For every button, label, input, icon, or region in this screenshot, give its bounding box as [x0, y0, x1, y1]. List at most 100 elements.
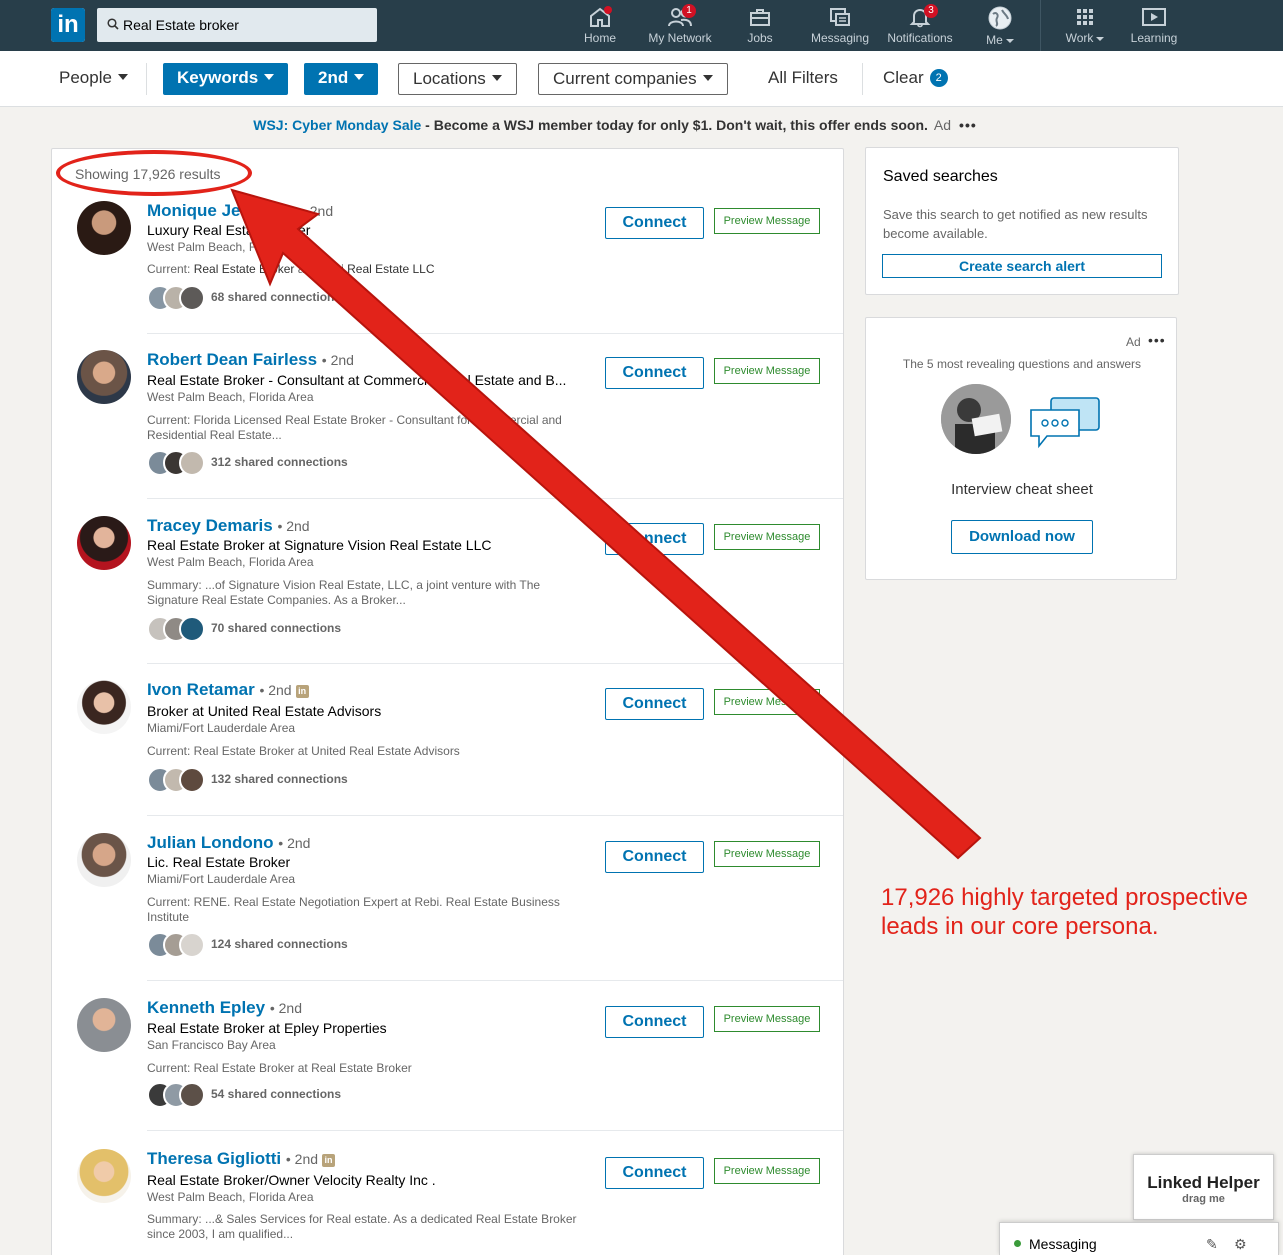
snippet-connector: at — [294, 262, 312, 276]
create-search-alert-button[interactable]: Create search alert — [882, 254, 1162, 278]
avatar[interactable] — [77, 833, 131, 887]
saved-searches-card: Saved searches Save this search to get n… — [865, 147, 1179, 295]
shared-connections-text: 124 shared connections — [211, 937, 348, 951]
nav-work-label: Work — [1062, 31, 1108, 45]
sponsored-ad-card[interactable]: Ad ••• The 5 most revealing questions an… — [865, 317, 1177, 580]
result-name[interactable]: Robert Dean Fairless — [147, 350, 317, 369]
snippet-highlight: Platini Real Estate LLC — [311, 262, 435, 276]
filter-current-companies[interactable]: Current companies — [538, 63, 728, 95]
nav-home[interactable]: Home — [578, 4, 622, 48]
connection-degree: • 2nd — [278, 835, 311, 851]
result-divider — [147, 498, 843, 499]
home-dot-badge — [604, 6, 612, 14]
avatar[interactable] — [77, 680, 131, 734]
result-headline: Lic. Real Estate Broker — [147, 854, 291, 870]
filter-keywords-label: Keywords — [177, 68, 259, 87]
result-name[interactable]: Julian Londono — [147, 833, 274, 852]
result-location: San Francisco Bay Area — [147, 1038, 276, 1052]
preview-message-button[interactable]: Preview Message — [714, 1006, 820, 1032]
nav-my-network[interactable]: 1 My Network — [644, 4, 716, 48]
result-headline: Broker at United Real Estate Advisors — [147, 703, 382, 719]
nav-notifications[interactable]: 3 Notifications — [882, 4, 958, 48]
preview-message-button[interactable]: Preview Message — [714, 841, 820, 867]
chat-bubbles-icon — [1030, 397, 1100, 449]
result-name-line: Robert Dean Fairless • 2nd — [147, 350, 354, 370]
avatar[interactable] — [77, 201, 131, 255]
connect-button[interactable]: Connect — [605, 841, 704, 873]
preview-message-button[interactable]: Preview Message — [714, 524, 820, 550]
saved-searches-description: Save this search to get notified as new … — [883, 207, 1148, 241]
chevron-down-icon — [117, 74, 128, 80]
learning-play-icon — [1142, 8, 1166, 26]
result-location: West Palm Beach, Florida Area — [147, 1190, 314, 1204]
filter-people[interactable]: People — [45, 63, 142, 95]
preview-message-button[interactable]: Preview Message — [714, 1158, 820, 1184]
result-name[interactable]: Ivon Retamar — [147, 680, 255, 699]
result-name-line: Kenneth Epley • 2nd — [147, 998, 302, 1018]
nav-jobs[interactable]: Jobs — [738, 4, 782, 48]
result-location: West Palm Beach, Florida Area — [147, 240, 314, 254]
messaging-bar[interactable]: Messaging ✎ ⚙ — [999, 1222, 1279, 1255]
result-headline: Real Estate Broker/Owner Velocity Realty… — [147, 1172, 436, 1188]
connect-button[interactable]: Connect — [605, 523, 704, 555]
result-name-line: Monique Jennings • 2nd — [147, 201, 333, 221]
filter-locations[interactable]: Locations — [398, 63, 517, 95]
nav-messaging-label: Messaging — [810, 31, 870, 45]
result-name-line: Theresa Gigliotti • 2nd in — [147, 1149, 336, 1169]
result-snippet: Current: Real Estate Broker at United Re… — [147, 744, 460, 758]
result-divider — [147, 980, 843, 981]
nav-learning[interactable]: Learning — [1126, 4, 1182, 48]
chevron-down-icon — [354, 74, 365, 80]
connect-button[interactable]: Connect — [605, 207, 704, 239]
linkedin-logo-icon[interactable]: in — [51, 8, 85, 42]
more-options-icon[interactable]: ••• — [1148, 332, 1166, 348]
connect-button[interactable]: Connect — [605, 357, 704, 389]
filter-divider — [862, 63, 863, 95]
search-filter-bar: People Keywords 2nd Locations Current co… — [0, 51, 1283, 107]
filter-divider — [146, 63, 147, 95]
preview-message-button[interactable]: Preview Message — [714, 358, 820, 384]
preview-message-button[interactable]: Preview Message — [714, 208, 820, 234]
result-name[interactable]: Theresa Gigliotti — [147, 1149, 281, 1168]
avatar[interactable] — [77, 516, 131, 570]
clear-filters-button[interactable]: Clear 2 — [869, 63, 962, 95]
filter-2nd-connections[interactable]: 2nd — [304, 63, 379, 95]
gear-icon[interactable]: ⚙ — [1234, 1236, 1247, 1253]
avatar[interactable] — [77, 1149, 131, 1203]
linked-helper-widget[interactable]: Linked Helper drag me — [1133, 1154, 1274, 1220]
linkedin-premium-icon: in — [322, 1154, 336, 1167]
nav-divider — [1040, 0, 1041, 51]
connect-button[interactable]: Connect — [605, 1157, 704, 1189]
nav-me[interactable]: Me — [978, 4, 1022, 48]
chevron-down-icon — [491, 75, 502, 81]
sponsored-text-ad[interactable]: WSJ: Cyber Monday Sale - Become a WSJ me… — [0, 117, 1230, 133]
nav-messaging[interactable]: Messaging — [806, 4, 874, 48]
avatar[interactable] — [77, 998, 131, 1052]
ad-brand[interactable]: WSJ: Cyber Monday Sale — [253, 117, 421, 133]
connect-button[interactable]: Connect — [605, 1006, 704, 1038]
result-location: Miami/Fort Lauderdale Area — [147, 872, 296, 886]
nav-work[interactable]: Work — [1062, 4, 1108, 48]
search-input[interactable] — [123, 8, 373, 42]
result-name[interactable]: Monique Jennings — [147, 201, 296, 220]
connection-degree: • 2nd — [321, 352, 354, 368]
download-now-button[interactable]: Download now — [951, 520, 1093, 554]
all-filters-button[interactable]: All Filters — [754, 63, 852, 95]
nav-jobs-label: Jobs — [747, 31, 773, 45]
result-name[interactable]: Tracey Demaris — [147, 516, 273, 535]
search-box[interactable] — [97, 8, 377, 42]
filter-current-companies-label: Current companies — [553, 69, 697, 88]
linked-helper-drag-hint: drag me — [1182, 1193, 1225, 1205]
filter-keywords[interactable]: Keywords — [163, 63, 289, 95]
result-name-line: Ivon Retamar • 2nd in — [147, 680, 309, 700]
nav-learning-label: Learning — [1130, 31, 1178, 45]
result-divider — [147, 333, 843, 334]
annotation-text: 17,926 highly targeted prospective leads… — [881, 884, 1248, 940]
ad-person-image — [941, 384, 1011, 454]
connect-button[interactable]: Connect — [605, 688, 704, 720]
preview-message-button[interactable]: Preview Message — [714, 689, 820, 715]
compose-icon[interactable]: ✎ — [1206, 1236, 1218, 1253]
avatar[interactable] — [77, 350, 131, 404]
more-options-icon[interactable]: ••• — [959, 117, 977, 133]
result-name[interactable]: Kenneth Epley — [147, 998, 265, 1017]
